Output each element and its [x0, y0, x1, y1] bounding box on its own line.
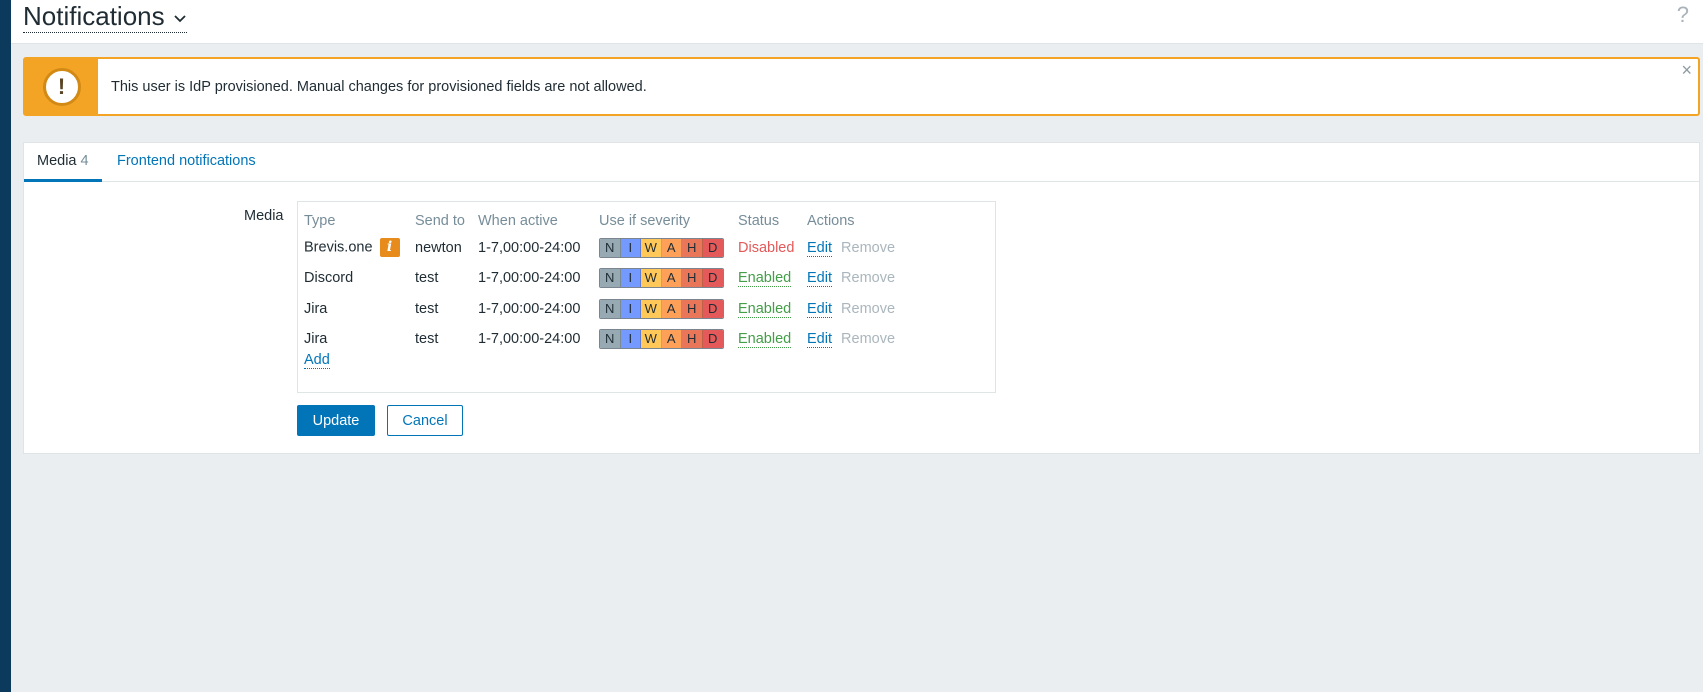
- media-field-label: Media: [244, 208, 284, 224]
- cancel-button[interactable]: Cancel: [387, 405, 463, 436]
- row-1-type: Discord: [304, 270, 354, 286]
- column-header-severity: Use if severity: [599, 213, 691, 229]
- row-0-remove-link: Remove: [841, 240, 896, 256]
- severity-high: H: [682, 300, 703, 318]
- severity-information: I: [620, 330, 641, 348]
- media-table: Type Send to When active Use if severity…: [297, 201, 996, 393]
- severity-high: H: [682, 269, 703, 287]
- column-header-send-to: Send to: [415, 213, 465, 229]
- tab-bar: Media 4 Frontend notifications: [24, 143, 1699, 182]
- row-3-send-to: test: [415, 331, 439, 347]
- row-1-remove-link: Remove: [841, 270, 896, 286]
- alert-icon-box: !: [25, 59, 98, 114]
- severity-warning: W: [641, 330, 662, 348]
- row-2-edit-link[interactable]: Edit: [807, 301, 832, 318]
- severity-information: I: [620, 269, 641, 287]
- tab-media[interactable]: Media 4: [24, 153, 102, 182]
- row-1-severity-bar: N I W A H D: [599, 268, 724, 288]
- row-3-status-toggle[interactable]: Enabled: [738, 331, 792, 348]
- column-header-when-active: When active: [478, 213, 558, 229]
- column-header-type: Type: [304, 213, 336, 229]
- row-0-type-label: Brevis.one: [304, 239, 373, 256]
- row-2-remove-link: Remove: [841, 301, 896, 317]
- page-header: Notifications ?: [11, 0, 1703, 44]
- severity-high: H: [682, 330, 703, 348]
- chevron-down-icon: [173, 15, 186, 23]
- severity-warning: W: [641, 239, 662, 257]
- row-3-type: Jira: [304, 331, 328, 347]
- row-2-type: Jira: [304, 301, 328, 317]
- row-2-actions: Edit Remove: [807, 301, 896, 318]
- exclamation-icon: !: [42, 67, 81, 106]
- column-header-actions: Actions: [807, 213, 855, 229]
- update-button[interactable]: Update: [297, 405, 375, 436]
- warning-alert: ! This user is IdP provisioned. Manual c…: [23, 57, 1700, 116]
- row-0-actions: Edit Remove: [807, 240, 896, 257]
- row-0-status: Disabled: [738, 240, 795, 256]
- row-3-edit-link[interactable]: Edit: [807, 331, 832, 348]
- tab-media-label: Media: [37, 153, 77, 169]
- row-1-status: Enabled: [738, 270, 792, 287]
- row-2-severity-bar: N I W A H D: [599, 299, 724, 319]
- row-0-when-active: 1-7,00:00-24:00: [478, 240, 581, 256]
- alert-message: This user is IdP provisioned. Manual cha…: [111, 78, 647, 95]
- close-icon[interactable]: ×: [1681, 61, 1692, 79]
- row-0-severity-bar: N I W A H D: [599, 238, 724, 258]
- severity-warning: W: [641, 300, 662, 318]
- severity-disaster: D: [702, 269, 723, 287]
- media-panel: Media 4 Frontend notifications Media Type…: [23, 142, 1700, 454]
- row-2-status-toggle[interactable]: Enabled: [738, 301, 792, 318]
- severity-disaster: D: [702, 239, 723, 257]
- help-icon[interactable]: ?: [1677, 2, 1689, 28]
- row-2-when-active: 1-7,00:00-24:00: [478, 301, 581, 317]
- row-1-when-active: 1-7,00:00-24:00: [478, 270, 581, 286]
- row-2-status: Enabled: [738, 301, 792, 318]
- row-1-edit-link[interactable]: Edit: [807, 270, 832, 287]
- info-icon[interactable]: i: [379, 238, 400, 257]
- row-3-severity-bar: N I W A H D: [599, 329, 724, 349]
- severity-not-classified: N: [600, 239, 621, 257]
- row-3-when-active: 1-7,00:00-24:00: [478, 331, 581, 347]
- row-3-remove-link: Remove: [841, 331, 896, 347]
- row-1-send-to: test: [415, 270, 439, 286]
- severity-average: A: [661, 269, 682, 287]
- row-3-status: Enabled: [738, 331, 792, 348]
- row-0-send-to: newton: [415, 240, 462, 256]
- row-0-type: Brevis.one i: [304, 238, 400, 257]
- tab-media-count: 4: [80, 153, 89, 169]
- severity-disaster: D: [702, 300, 723, 318]
- severity-high: H: [682, 239, 703, 257]
- left-sidebar-strip: [0, 0, 11, 692]
- severity-warning: W: [641, 269, 662, 287]
- severity-disaster: D: [702, 330, 723, 348]
- severity-information: I: [620, 239, 641, 257]
- column-header-status: Status: [738, 213, 780, 229]
- row-1-status-toggle[interactable]: Enabled: [738, 270, 792, 287]
- severity-information: I: [620, 300, 641, 318]
- page-title-dropdown[interactable]: Notifications: [23, 1, 187, 33]
- tab-frontend-notifications[interactable]: Frontend notifications: [104, 153, 269, 179]
- row-3-actions: Edit Remove: [807, 331, 896, 348]
- severity-average: A: [661, 330, 682, 348]
- row-2-send-to: test: [415, 301, 439, 317]
- row-1-actions: Edit Remove: [807, 270, 896, 287]
- severity-not-classified: N: [600, 300, 621, 318]
- severity-not-classified: N: [600, 330, 621, 348]
- severity-average: A: [661, 239, 682, 257]
- add-media-link[interactable]: Add: [304, 352, 330, 369]
- severity-average: A: [661, 300, 682, 318]
- page-title-text: Notifications: [23, 1, 165, 31]
- row-0-edit-link[interactable]: Edit: [807, 240, 832, 257]
- severity-not-classified: N: [600, 269, 621, 287]
